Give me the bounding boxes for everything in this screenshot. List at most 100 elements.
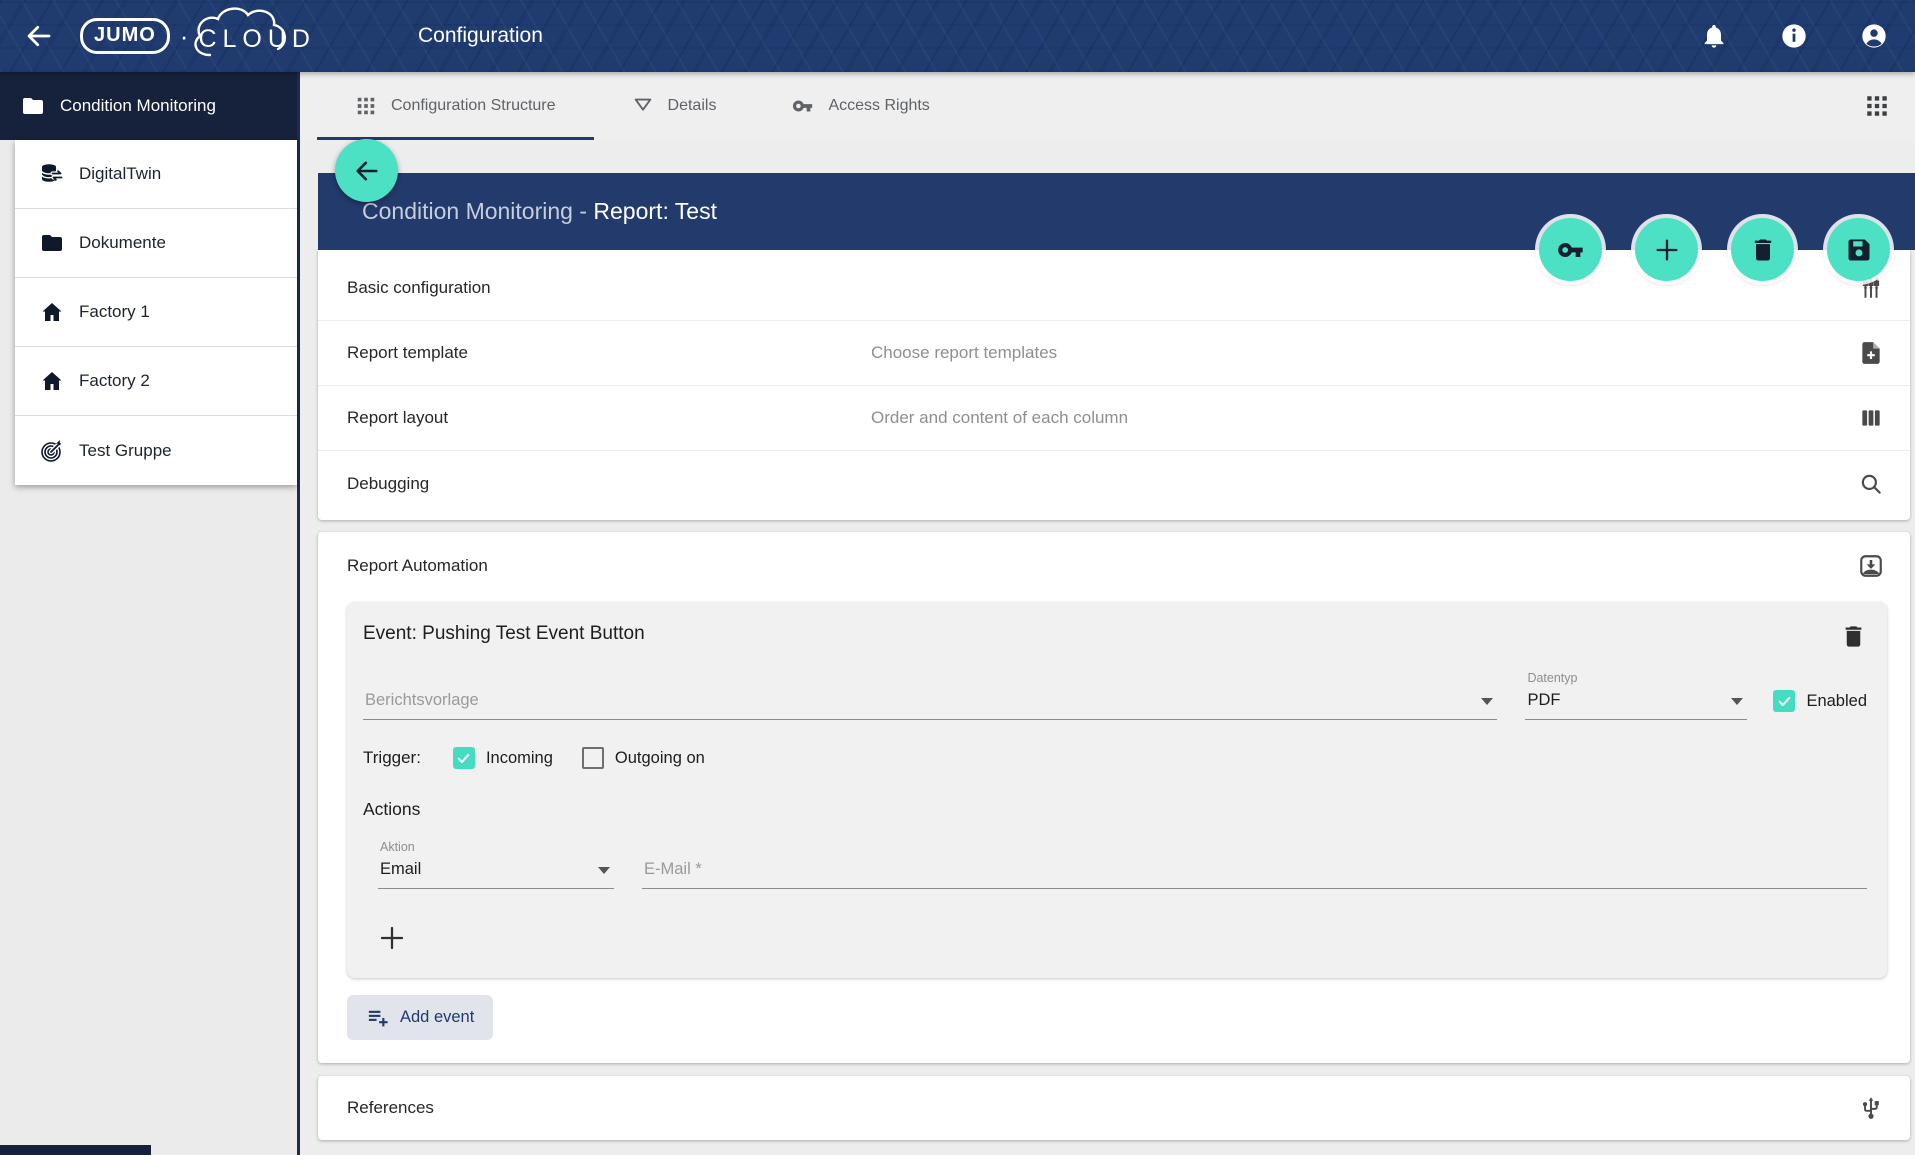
access-key-button[interactable]	[1539, 218, 1602, 281]
select-value: PDF	[1527, 691, 1560, 709]
checkbox-label: Enabled	[1806, 692, 1867, 711]
sidebar-item-label: Factory 2	[79, 371, 150, 391]
chevron-down-icon	[1731, 698, 1743, 705]
checkbox-label: Outgoing on	[615, 749, 705, 768]
apps-grid-icon[interactable]	[1864, 93, 1890, 119]
add-action-plus-icon[interactable]	[377, 923, 407, 953]
sidebar-item-factory-2[interactable]: Factory 2	[15, 347, 297, 416]
chevron-down-icon	[1481, 698, 1493, 705]
app-title: Configuration	[418, 24, 543, 48]
tab-label: Access Rights	[828, 97, 929, 115]
delete-button[interactable]	[1731, 218, 1794, 281]
playlist-add-icon	[366, 1006, 389, 1029]
sidebar-item-factory-1[interactable]: Factory 1	[15, 278, 297, 347]
columns-icon	[1858, 405, 1884, 431]
row-report-template[interactable]: Report template Choose report templates	[318, 321, 1910, 386]
back-arrow-icon[interactable]	[24, 21, 54, 51]
checkbox-checked-icon[interactable]	[453, 747, 475, 769]
jumo-logo-badge: JUMO	[80, 18, 170, 54]
checkbox-checked-icon[interactable]	[1773, 690, 1795, 712]
add-button[interactable]	[1635, 218, 1698, 281]
plus-icon	[1653, 236, 1681, 264]
tab-access-rights[interactable]: Access Rights	[754, 72, 967, 140]
add-event-button[interactable]: Add event	[347, 995, 493, 1040]
outgoing-checkbox[interactable]: Outgoing on	[582, 747, 705, 769]
page-header: Condition Monitoring - Report: Test	[318, 173, 1915, 250]
row-secondary: Order and content of each column	[871, 408, 1858, 428]
row-report-layout[interactable]: Report layout Order and content of each …	[318, 386, 1910, 451]
back-fab-button[interactable]	[335, 139, 398, 202]
cloud-outline-icon	[186, 3, 298, 65]
event-card: Event: Pushing Test Event Button Bericht…	[347, 602, 1887, 978]
email-input[interactable]	[644, 860, 1865, 879]
sidebar-children-card: DigitalTwin Dokumente Factory 1 Factory …	[15, 140, 297, 485]
sidebar-item-dokumente[interactable]: Dokumente	[15, 209, 297, 278]
tab-details[interactable]: Details	[594, 72, 755, 140]
checkbox-label: Incoming	[486, 749, 553, 768]
grid-icon	[355, 95, 377, 117]
sidebar: Condition Monitoring DigitalTwin Dokumen…	[0, 72, 300, 1155]
home-icon	[40, 300, 64, 324]
event-title: Event: Pushing Test Event Button	[363, 623, 645, 645]
page-title: Condition Monitoring - Report: Test	[362, 198, 717, 225]
home-icon	[40, 369, 64, 393]
save-button[interactable]	[1827, 218, 1890, 281]
tab-bar: Configuration Structure Details Access R…	[300, 72, 1915, 140]
sidebar-item-label: Factory 1	[79, 302, 150, 322]
back-arrow-icon	[353, 157, 381, 185]
archive-icon[interactable]	[1858, 553, 1884, 579]
action-select[interactable]: Aktion Email	[378, 856, 614, 889]
references-card: References	[318, 1076, 1910, 1140]
checkbox-unchecked-icon[interactable]	[582, 747, 604, 769]
digital-twin-icon	[40, 162, 64, 186]
header-action-buttons	[1539, 218, 1890, 281]
row-label: Debugging	[347, 474, 871, 494]
notifications-bell-icon[interactable]	[1700, 22, 1728, 50]
row-references[interactable]: References	[318, 1076, 1910, 1140]
enabled-checkbox[interactable]: Enabled	[1773, 690, 1867, 720]
main-content: Configuration Structure Details Access R…	[300, 72, 1915, 1155]
sidebar-item-label: Dokumente	[79, 233, 166, 253]
search-icon	[1858, 471, 1884, 497]
info-icon[interactable]	[1780, 22, 1808, 50]
add-event-label: Add event	[400, 1008, 474, 1027]
actions-title: Actions	[363, 799, 1867, 820]
tab-label: Configuration Structure	[391, 97, 556, 115]
row-debugging[interactable]: Debugging	[318, 451, 1910, 516]
funnel-icon	[632, 95, 654, 117]
datatype-select[interactable]: Datentyp PDF	[1525, 687, 1747, 720]
select-value: Email	[380, 860, 421, 878]
track-changes-icon	[40, 439, 64, 463]
row-label: Report layout	[347, 408, 871, 428]
report-template-select[interactable]: Berichtsvorlage	[363, 687, 1497, 720]
note-add-icon	[1858, 340, 1884, 366]
account-icon[interactable]	[1860, 22, 1888, 50]
basic-configuration-card: Basic configuration Report template Choo…	[318, 250, 1910, 520]
row-label: Basic configuration	[347, 278, 871, 298]
report-automation-card: Report Automation Event: Pushing Test Ev…	[318, 532, 1910, 1063]
tab-label: Details	[668, 97, 717, 115]
email-field-wrap	[642, 856, 1867, 889]
row-secondary: Choose report templates	[871, 343, 1858, 363]
section-title: References	[347, 1098, 1858, 1118]
horizontal-scrollbar-thumb[interactable]	[0, 1145, 151, 1155]
page-title-prefix: Condition Monitoring -	[362, 198, 593, 224]
chevron-down-icon	[598, 867, 610, 874]
trash-icon[interactable]	[1840, 623, 1867, 650]
sidebar-item-condition-monitoring[interactable]: Condition Monitoring	[0, 72, 297, 140]
usb-icon	[1858, 1095, 1884, 1121]
section-title: Report Automation	[347, 556, 1858, 576]
tab-configuration-structure[interactable]: Configuration Structure	[317, 72, 594, 140]
sidebar-item-label: Condition Monitoring	[60, 96, 216, 116]
top-app-bar: JUMO · CLOUD Configuration	[0, 0, 1915, 72]
sidebar-item-digitaltwin[interactable]: DigitalTwin	[15, 140, 297, 209]
incoming-checkbox[interactable]: Incoming	[453, 747, 553, 769]
save-icon	[1845, 236, 1873, 264]
sidebar-item-test-gruppe[interactable]: Test Gruppe	[15, 416, 297, 485]
folder-icon	[21, 94, 45, 118]
trash-icon	[1749, 236, 1777, 264]
row-label: Report template	[347, 343, 871, 363]
select-label: Datentyp	[1527, 671, 1577, 685]
select-placeholder: Berichtsvorlage	[365, 691, 479, 709]
sidebar-item-label: DigitalTwin	[79, 164, 161, 184]
